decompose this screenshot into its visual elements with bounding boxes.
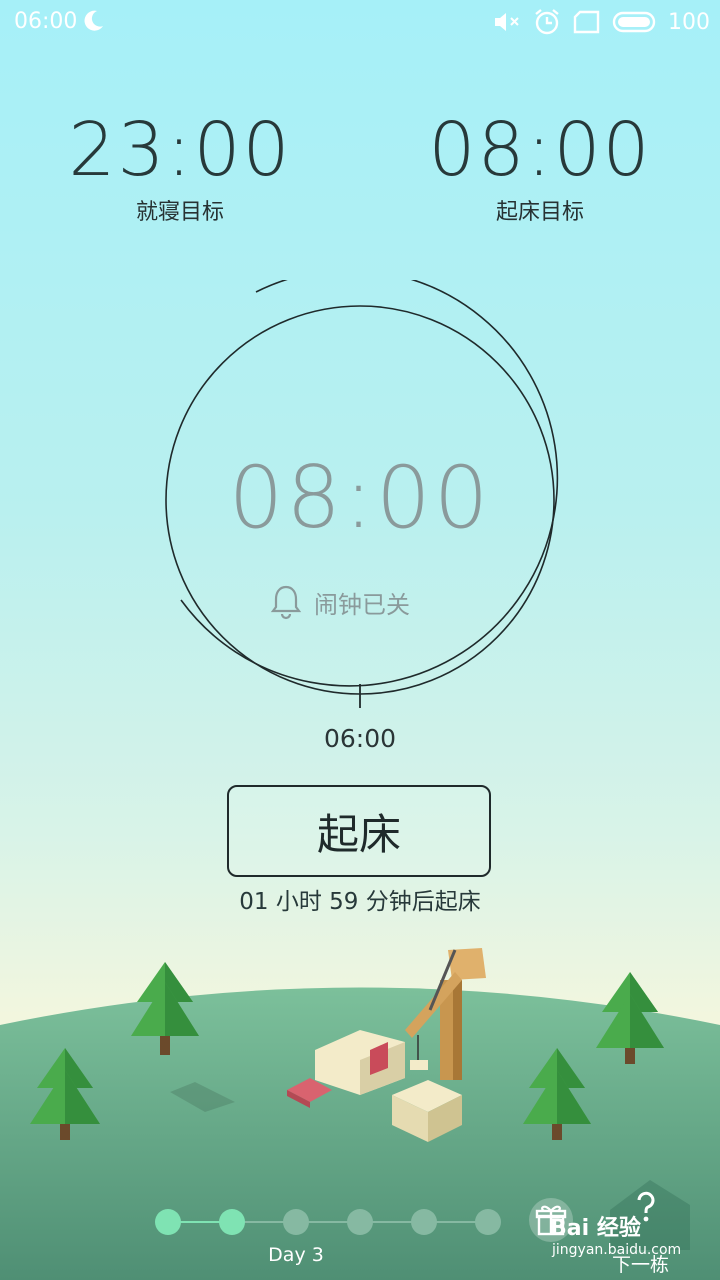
battery-level: 100 — [668, 9, 710, 35]
moon-icon — [84, 10, 103, 31]
watermark-main: Bai 经验 — [550, 1216, 641, 1241]
wake-target-label: 起床目标 — [495, 200, 584, 225]
bedtime-target-time: 23:00 — [68, 107, 292, 193]
progress-dot — [219, 1209, 245, 1235]
dial-center-time: 08:00 — [228, 448, 492, 548]
battery-icon — [612, 11, 656, 33]
alarm-toggle[interactable]: 闹钟已关 — [270, 582, 410, 622]
status-bar: 06:00 100 — [0, 0, 720, 44]
wake-countdown: 01 小时 59 分钟后起床 — [239, 889, 481, 915]
bedtime-target-label: 就寝目标 — [135, 200, 224, 225]
progress-dot — [475, 1209, 501, 1235]
alarm-status-label: 闹钟已关 — [314, 590, 410, 619]
status-time: 06:00 — [14, 9, 78, 34]
day-label: Day 3 — [268, 1244, 324, 1266]
progress-dot — [283, 1209, 309, 1235]
alarm-icon — [535, 9, 559, 35]
wake-up-button[interactable]: 起床 — [227, 785, 491, 877]
current-time-marker: 06:00 — [323, 724, 397, 753]
wake-target-time: 08:00 — [428, 107, 652, 193]
bell-icon — [270, 585, 302, 620]
progress-dot — [411, 1209, 437, 1235]
progress-dot — [155, 1209, 181, 1235]
progress-dot — [347, 1209, 373, 1235]
watermark-sub: jingyan.baidu.com — [552, 1242, 682, 1258]
mute-icon — [495, 13, 519, 31]
watermark: Bai 经验 jingyan.baidu.com — [550, 1210, 681, 1258]
wake-target[interactable]: 08:00 起床目标 — [410, 108, 670, 226]
bedtime-target[interactable]: 23:00 就寝目标 — [50, 108, 310, 226]
screen-icon — [573, 10, 600, 34]
